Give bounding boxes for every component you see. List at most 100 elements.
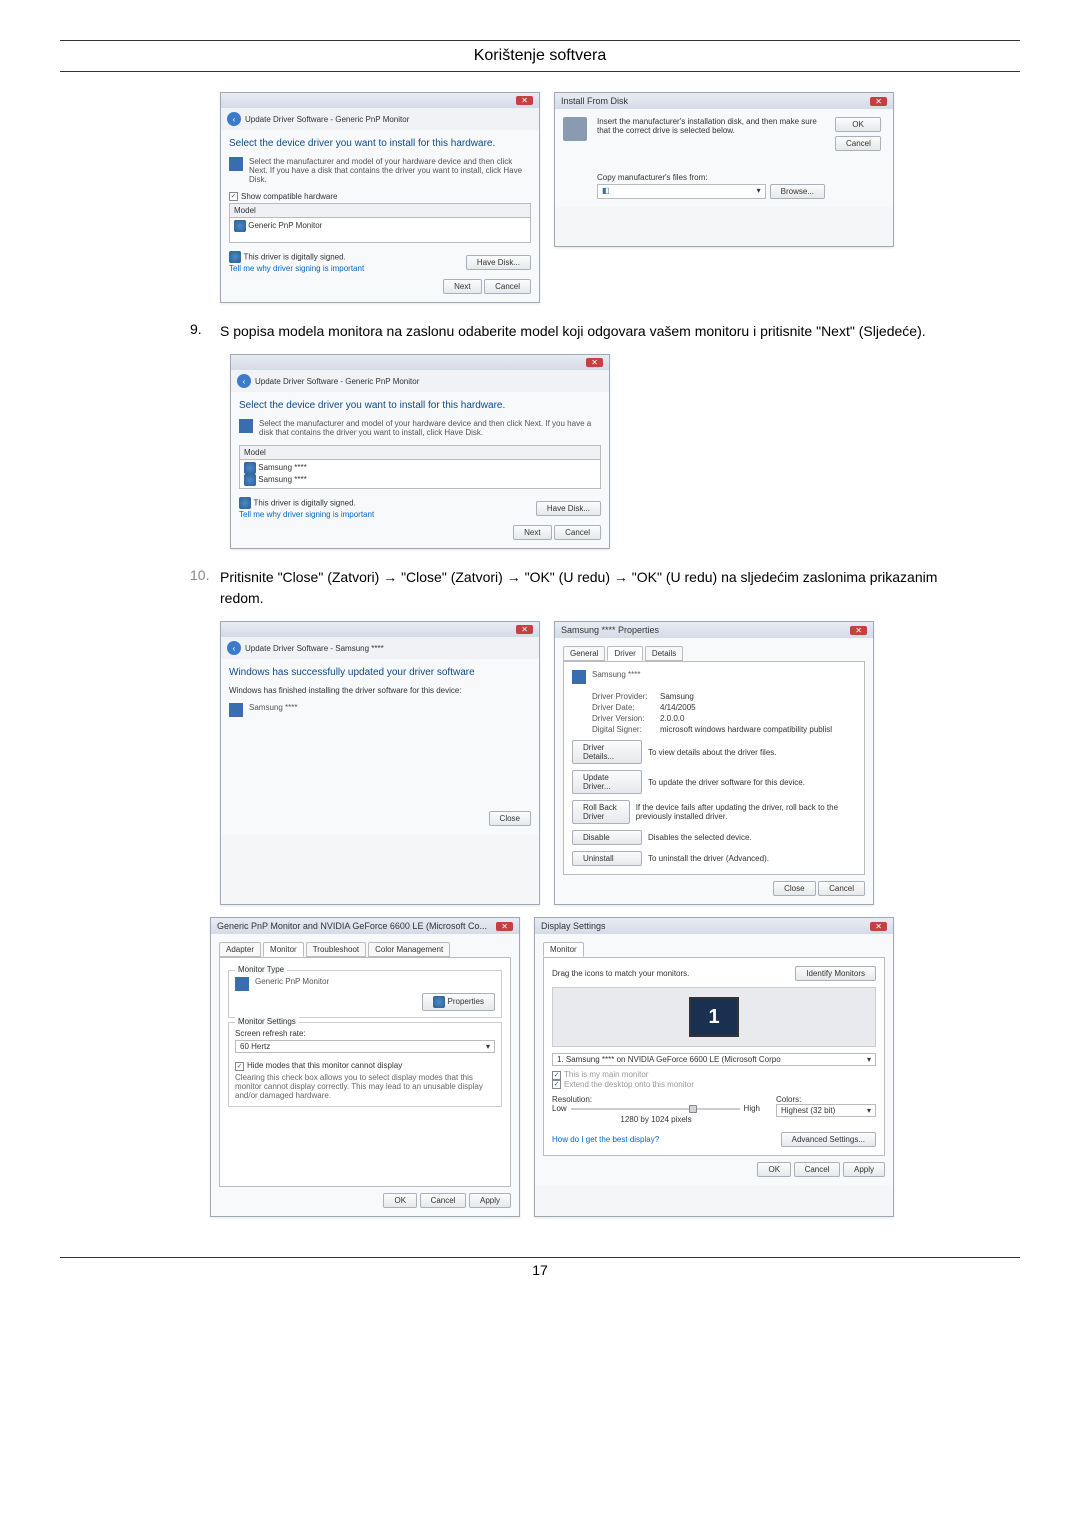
step-number: 10. bbox=[190, 567, 220, 609]
signing-link[interactable]: Tell me why driver signing is important bbox=[229, 264, 364, 273]
monitor-type-label: Monitor Type bbox=[235, 965, 287, 974]
date-value: 4/14/2005 bbox=[660, 703, 696, 712]
version-label: Driver Version: bbox=[592, 714, 652, 723]
browse-button[interactable]: Browse... bbox=[770, 184, 825, 199]
close-icon[interactable]: ✕ bbox=[496, 922, 513, 931]
heading: Select the device driver you want to ins… bbox=[239, 400, 601, 411]
have-disk-button[interactable]: Have Disk... bbox=[466, 255, 531, 270]
cancel-button[interactable]: Cancel bbox=[835, 136, 881, 151]
model-item[interactable]: Samsung **** bbox=[258, 476, 306, 485]
compat-checkbox[interactable] bbox=[229, 192, 238, 201]
window-title: Samsung **** Properties bbox=[561, 625, 659, 635]
close-icon[interactable]: ✕ bbox=[586, 358, 603, 367]
cancel-button[interactable]: Cancel bbox=[420, 1193, 467, 1208]
drag-text: Drag the icons to match your monitors. bbox=[552, 969, 689, 978]
resolution-label: Resolution: bbox=[552, 1095, 760, 1104]
close-icon[interactable]: ✕ bbox=[870, 922, 887, 931]
window-title: Generic PnP Monitor and NVIDIA GeForce 6… bbox=[217, 921, 487, 931]
close-window: ✕ ‹ Update Driver Software - Samsung ****… bbox=[220, 621, 540, 905]
close-button[interactable]: Close bbox=[773, 881, 815, 896]
tab-general[interactable]: General bbox=[563, 646, 605, 661]
next-button[interactable]: Next bbox=[443, 279, 481, 294]
colors-select[interactable]: Highest (32 bit)▾ bbox=[776, 1104, 876, 1117]
properties-window: Samsung **** Properties ✕ GeneralDriverDe… bbox=[554, 621, 874, 905]
tab-driver[interactable]: Driver bbox=[607, 646, 642, 661]
tab-monitor[interactable]: Monitor bbox=[543, 942, 584, 957]
nav-title: Update Driver Software - Generic PnP Mon… bbox=[255, 377, 419, 386]
resolution-slider[interactable]: LowHigh bbox=[552, 1104, 760, 1113]
properties-button[interactable]: Properties bbox=[422, 993, 495, 1011]
ok-button[interactable]: OK bbox=[757, 1162, 791, 1177]
signing-link[interactable]: Tell me why driver signing is important bbox=[239, 510, 374, 519]
close-icon[interactable]: ✕ bbox=[870, 97, 887, 106]
back-icon[interactable]: ‹ bbox=[237, 374, 251, 388]
main-monitor-checkbox bbox=[552, 1071, 561, 1080]
uninstall-text: To uninstall the driver (Advanced). bbox=[648, 854, 769, 863]
install-from-disk-window: Install From Disk✕ Insert the manufactur… bbox=[554, 92, 894, 247]
ok-button[interactable]: OK bbox=[835, 117, 881, 132]
monitor-select[interactable]: 1. Samsung **** on NVIDIA GeForce 6600 L… bbox=[552, 1053, 876, 1066]
uninstall-button[interactable]: Uninstall bbox=[572, 851, 642, 866]
model-header: Model bbox=[239, 445, 601, 459]
have-disk-button[interactable]: Have Disk... bbox=[536, 501, 601, 516]
close-icon[interactable]: ✕ bbox=[850, 626, 867, 635]
floppy-icon bbox=[563, 117, 587, 141]
tab-details[interactable]: Details bbox=[645, 646, 683, 661]
advanced-button[interactable]: Advanced Settings... bbox=[781, 1132, 876, 1147]
step-text: Pritisnite "Close" (Zatvori) → "Close" (… bbox=[220, 567, 1020, 609]
cancel-button[interactable]: Cancel bbox=[818, 881, 865, 896]
signed-text: This driver is digitally signed. bbox=[254, 499, 356, 508]
shield-icon bbox=[229, 251, 241, 263]
model-item[interactable]: Samsung **** bbox=[258, 464, 306, 473]
tab-troubleshoot[interactable]: Troubleshoot bbox=[306, 942, 366, 957]
monitor-properties-window: Generic PnP Monitor and NVIDIA GeForce 6… bbox=[210, 917, 520, 1217]
tab-adapter[interactable]: Adapter bbox=[219, 942, 261, 957]
monitor-preview[interactable]: 1 bbox=[689, 997, 739, 1037]
heading: Select the device driver you want to ins… bbox=[229, 138, 531, 149]
cancel-button[interactable]: Cancel bbox=[794, 1162, 841, 1177]
update-text: To update the driver software for this d… bbox=[648, 778, 805, 787]
next-button[interactable]: Next bbox=[513, 525, 551, 540]
resolution-value: 1280 by 1024 pixels bbox=[552, 1115, 760, 1124]
tab-monitor[interactable]: Monitor bbox=[263, 942, 304, 957]
device-icon bbox=[229, 157, 243, 171]
message: Insert the manufacturer's installation d… bbox=[597, 117, 825, 135]
monitor-settings-label: Monitor Settings bbox=[235, 1017, 299, 1026]
window-title: Display Settings bbox=[541, 921, 606, 931]
provider-label: Driver Provider: bbox=[592, 692, 652, 701]
back-icon[interactable]: ‹ bbox=[227, 641, 241, 655]
file-path-input[interactable]: ◧▾ bbox=[597, 184, 766, 199]
shield-icon bbox=[239, 497, 251, 509]
disable-button[interactable]: Disable bbox=[572, 830, 642, 845]
shield-icon bbox=[244, 462, 256, 474]
compat-label: Show compatible hardware bbox=[241, 192, 338, 201]
best-display-link[interactable]: How do I get the best display? bbox=[552, 1135, 659, 1144]
apply-button[interactable]: Apply bbox=[843, 1162, 885, 1177]
subtext: Windows has finished installing the driv… bbox=[229, 686, 531, 695]
hide-modes-checkbox[interactable] bbox=[235, 1062, 244, 1071]
cancel-button[interactable]: Cancel bbox=[554, 525, 601, 540]
rollback-text: If the device fails after updating the d… bbox=[636, 803, 856, 821]
step-text: S popisa modela monitora na zaslonu odab… bbox=[220, 321, 1020, 342]
cancel-button[interactable]: Cancel bbox=[484, 279, 531, 294]
details-text: To view details about the driver files. bbox=[648, 748, 777, 757]
subtext: Select the manufacturer and model of you… bbox=[259, 419, 601, 437]
main-monitor-label: This is my main monitor bbox=[564, 1070, 648, 1079]
tab-color[interactable]: Color Management bbox=[368, 942, 450, 957]
update-driver-window-1: ✕ ‹Update Driver Software - Generic PnP … bbox=[220, 92, 540, 303]
close-icon[interactable]: ✕ bbox=[516, 625, 533, 634]
identify-button[interactable]: Identify Monitors bbox=[795, 966, 876, 981]
close-button[interactable]: Close bbox=[489, 811, 531, 826]
nav-title: Update Driver Software - Samsung **** bbox=[245, 644, 384, 653]
model-item[interactable]: Generic PnP Monitor bbox=[248, 222, 322, 231]
step-number: 9. bbox=[190, 321, 220, 342]
driver-details-button[interactable]: Driver Details... bbox=[572, 740, 642, 764]
rollback-button[interactable]: Roll Back Driver bbox=[572, 800, 630, 824]
refresh-select[interactable]: 60 Hertz▾ bbox=[235, 1040, 495, 1053]
update-driver-button[interactable]: Update Driver... bbox=[572, 770, 642, 794]
ok-button[interactable]: OK bbox=[383, 1193, 417, 1208]
back-icon[interactable]: ‹ bbox=[227, 112, 241, 126]
close-icon[interactable]: ✕ bbox=[516, 96, 533, 105]
device-name: Samsung **** bbox=[249, 703, 297, 712]
apply-button[interactable]: Apply bbox=[469, 1193, 511, 1208]
